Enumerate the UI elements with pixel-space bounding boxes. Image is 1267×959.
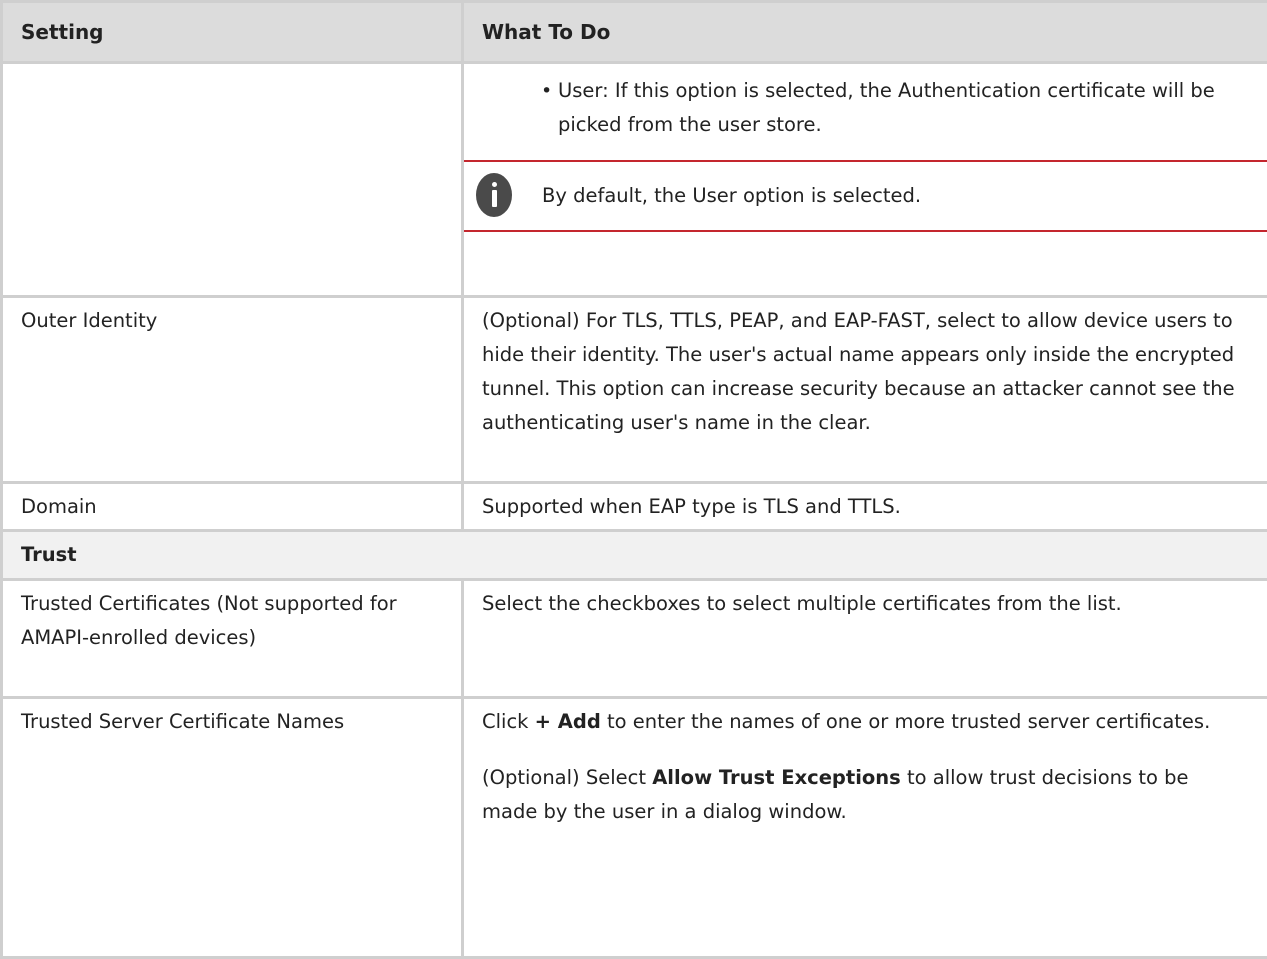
- add-label: + Add: [535, 710, 601, 733]
- allow-trust-exceptions-label: Allow Trust Exceptions: [652, 766, 901, 789]
- setting-cell: Trusted Certificates (Not supported for …: [2, 580, 463, 698]
- what-to-do-cell: Supported when EAP type is TLS and TTLS.: [463, 483, 1267, 531]
- list-item: User: If this option is selected, the Au…: [558, 74, 1249, 142]
- setting-cell: Domain: [2, 483, 463, 531]
- note-text: By default, the User option is selected.: [542, 179, 921, 213]
- what-to-do-cell: User: If this option is selected, the Au…: [463, 63, 1267, 297]
- header-setting: Setting: [2, 2, 463, 63]
- setting-cell: [2, 63, 463, 297]
- option-list: User: If this option is selected, the Au…: [482, 74, 1249, 142]
- table-row: Outer Identity (Optional) For TLS, TTLS,…: [2, 297, 1267, 483]
- table-row: Trusted Certificates (Not supported for …: [2, 580, 1267, 698]
- text-span: to enter the names of one or more truste…: [601, 710, 1210, 733]
- info-icon: [476, 173, 512, 217]
- what-to-do-cell: Click + Add to enter the names of one or…: [463, 698, 1267, 958]
- table-row: Domain Supported when EAP type is TLS an…: [2, 483, 1267, 531]
- text-span: (Optional) Select: [482, 766, 652, 789]
- settings-table: Setting What To Do User: If this option …: [0, 0, 1267, 959]
- section-title: Trust: [2, 531, 1267, 580]
- header-what-to-do: What To Do: [463, 2, 1267, 63]
- what-to-do-cell: (Optional) For TLS, TTLS, PEAP, and EAP-…: [463, 297, 1267, 483]
- instruction-paragraph: Click + Add to enter the names of one or…: [482, 705, 1249, 739]
- what-to-do-cell: Select the checkboxes to select multiple…: [463, 580, 1267, 698]
- table-row: Trusted Server Certificate Names Click +…: [2, 698, 1267, 958]
- table-row: User: If this option is selected, the Au…: [2, 63, 1267, 297]
- setting-cell: Outer Identity: [2, 297, 463, 483]
- note-callout: By default, the User option is selected.: [464, 160, 1267, 232]
- section-row: Trust: [2, 531, 1267, 580]
- setting-cell: Trusted Server Certificate Names: [2, 698, 463, 958]
- text-span: Click: [482, 710, 535, 733]
- instruction-paragraph: (Optional) Select Allow Trust Exceptions…: [482, 761, 1249, 829]
- table-header-row: Setting What To Do: [2, 2, 1267, 63]
